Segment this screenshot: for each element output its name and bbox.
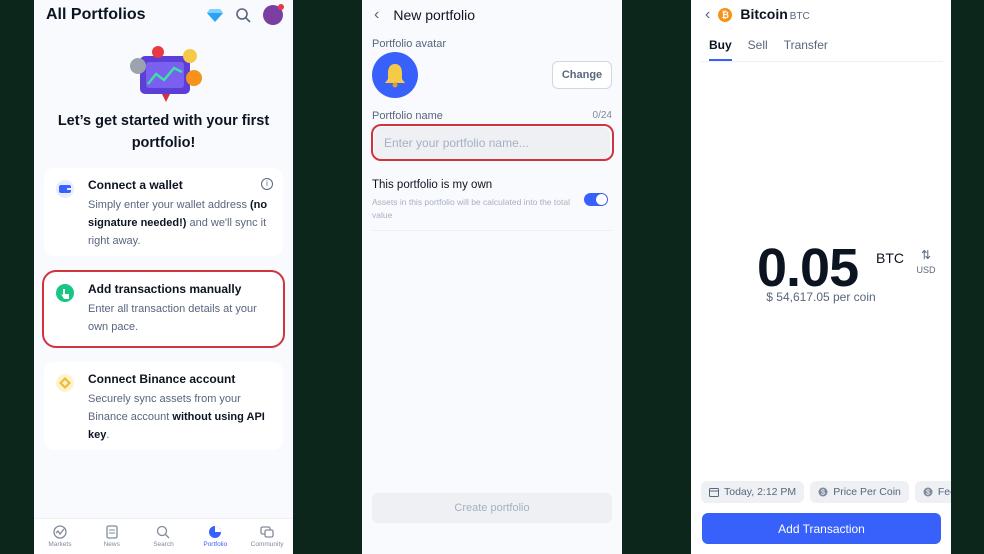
tab-portfolio[interactable]: Portfolio [189,519,241,554]
dollar-circle-icon: $ [923,487,933,497]
tab-search[interactable]: Search [138,519,190,554]
create-portfolio-button[interactable]: Create portfolio [372,493,612,523]
bottom-tab-bar: Markets News Search Portfolio Community [34,518,293,554]
header: ‹ ₿ Bitcoin BTC [705,6,810,24]
tab-sell[interactable]: Sell [748,38,768,61]
avatar-label: Portfolio avatar [372,38,446,50]
highlight-outline [371,124,614,161]
wallet-icon [56,180,74,198]
add-transaction-screen: ‹ ₿ Bitcoin BTC Buy Sell Transfer 0.05 BT… [691,0,951,554]
bitcoin-icon: ₿ [718,8,733,22]
header: ‹ New portfolio [374,6,475,24]
calendar-icon [709,488,719,497]
info-icon[interactable]: i [261,178,273,190]
onboarding-heading: Let’s get started with your first portfo… [57,113,270,151]
own-portfolio-label: This portfolio is my own [372,179,493,191]
tab-community[interactable]: Community [241,519,293,554]
portfolio-illustration [130,46,202,102]
chat-icon [260,526,274,538]
page-title: All Portfolios [46,6,146,23]
news-icon [106,525,118,539]
svg-text:$: $ [821,490,825,497]
page-title: New portfolio [393,7,476,23]
transaction-detail-chips: Today, 2:12 PM $ Price Per Coin $ Fee [701,481,951,503]
portfolio-avatar [372,52,418,98]
search-icon [157,525,170,539]
divider [372,230,612,231]
coin-symbol: BTC [789,11,810,22]
name-char-counter: 0/24 [592,110,612,121]
tab-news[interactable]: News [86,519,138,554]
price-per-coin-chip[interactable]: $ Price Per Coin [810,481,909,503]
swap-unit: USD [916,265,936,275]
tab-transfer[interactable]: Transfer [784,38,828,61]
swap-currency-button[interactable]: ⇅ USD [915,249,937,276]
pie-chart-icon [209,526,222,538]
search-icon[interactable] [235,7,251,23]
connect-wallet-card[interactable]: Connect a wallet Simply enter your walle… [44,168,283,256]
dollar-circle-icon: $ [818,487,828,497]
connect-binance-card[interactable]: Connect Binance account Securely sync as… [44,362,283,450]
back-icon[interactable]: ‹ [705,6,710,24]
transaction-type-tabs: Buy Sell Transfer [701,38,943,62]
binance-icon [56,374,74,392]
diamond-icon[interactable] [207,8,223,22]
highlight-outline [42,270,285,348]
tab-markets[interactable]: Markets [34,519,86,554]
portfolio-name-label: Portfolio name [372,110,443,122]
amount-unit: BTC [876,250,904,266]
markets-icon [53,525,67,539]
amount-value[interactable]: 0.05 [757,238,859,298]
new-portfolio-screen: ‹ New portfolio Portfolio avatar Change … [362,0,622,554]
card-description: Simply enter your wallet address (no sig… [88,199,268,247]
svg-text:$: $ [926,490,930,497]
price-per-coin-text: $ 54,617.05 per coin [766,290,876,304]
fee-chip[interactable]: $ Fee [914,481,951,503]
back-icon[interactable]: ‹ [374,6,379,24]
tab-buy[interactable]: Buy [709,38,732,61]
swap-icon: ⇅ [920,248,932,262]
own-portfolio-toggle[interactable] [584,193,608,206]
bell-icon [385,64,405,88]
card-title: Connect Binance account [88,372,236,386]
coin-name: Bitcoin [740,6,788,22]
portfolios-screen: All Portfolios Let’s get started with yo… [34,0,293,554]
avatar[interactable] [263,4,284,25]
date-chip[interactable]: Today, 2:12 PM [701,481,805,503]
change-avatar-button[interactable]: Change [552,61,612,89]
add-transaction-button[interactable]: Add Transaction [702,513,941,544]
card-title: Connect a wallet [88,178,183,192]
header-actions [207,4,284,25]
own-portfolio-description: Assets in this portfolio will be calcula… [372,197,570,220]
card-description: Securely sync assets from your Binance a… [88,393,265,441]
